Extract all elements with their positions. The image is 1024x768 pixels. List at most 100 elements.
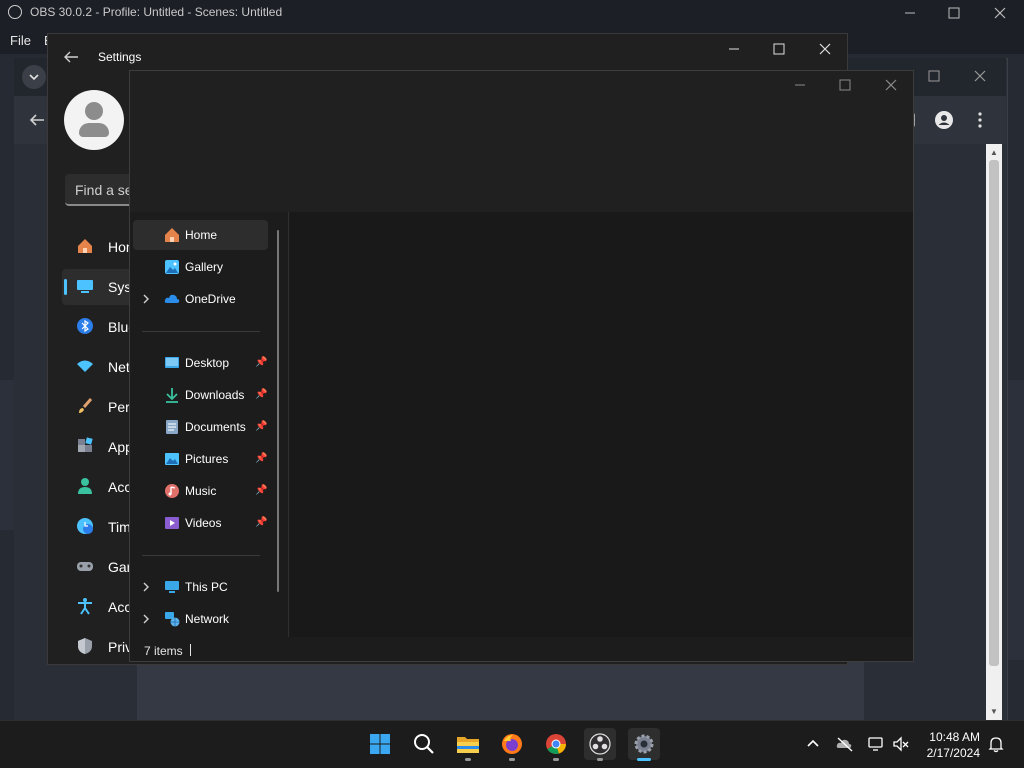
settings-gear-icon	[634, 734, 654, 754]
user-avatar[interactable]	[64, 90, 124, 150]
browser-back-icon[interactable]	[28, 112, 46, 128]
taskbar-active-indicator	[637, 758, 651, 761]
explorer-close-icon[interactable]	[884, 78, 898, 92]
settings-nav-network[interactable]: Net	[108, 359, 130, 375]
taskbar-running-indicator	[597, 758, 603, 761]
chevron-up-icon[interactable]	[804, 735, 822, 753]
menu-file[interactable]: File	[10, 33, 31, 48]
taskbar-firefox[interactable]	[496, 728, 528, 760]
settings-nav-accessibility[interactable]: Acc	[108, 599, 131, 615]
settings-back-icon[interactable]	[63, 50, 79, 64]
navigation-pane-scrollbar[interactable]	[277, 230, 279, 592]
status-divider	[190, 644, 191, 656]
accessibility-icon	[78, 598, 92, 615]
obs-close-icon[interactable]	[993, 6, 1007, 20]
browser-menu-icon[interactable]	[975, 110, 985, 130]
notification-bell-icon[interactable]	[987, 735, 1005, 753]
nav-home-label: Home	[185, 228, 218, 242]
settings-search-placeholder: Find a se	[75, 182, 133, 198]
settings-nav-gaming[interactable]: Gar	[108, 559, 131, 575]
settings-minimize-icon[interactable]	[727, 42, 741, 56]
settings-nav-time-language[interactable]: Tim	[108, 519, 131, 535]
nav-this-pc-label: This PC	[185, 580, 228, 594]
system-icon	[77, 280, 93, 293]
network-status-icon[interactable]	[868, 735, 886, 753]
personalization-brush-icon	[79, 398, 93, 413]
browser-maximize-icon[interactable]	[927, 69, 941, 83]
pane-divider[interactable]	[288, 212, 289, 637]
pin-icon: 📌	[255, 389, 268, 400]
obs-right-panel-edge	[1006, 380, 1024, 660]
settings-nav-accounts[interactable]: Acc	[108, 479, 131, 495]
taskbar-clock-date[interactable]: 2/17/2024	[922, 746, 980, 760]
bluetooth-icon	[77, 318, 93, 334]
onedrive-offline-icon[interactable]	[836, 735, 854, 753]
settings-close-icon[interactable]	[818, 42, 832, 56]
tab-search-button[interactable]	[22, 65, 46, 89]
nav-music-label: Music	[185, 484, 217, 498]
nav-onedrive-label: OneDrive	[185, 292, 236, 306]
nav-pictures-label: Pictures	[185, 452, 229, 466]
music-note-icon	[165, 484, 179, 498]
file-explorer-icon	[457, 737, 479, 753]
nav-gallery-label: Gallery	[185, 260, 224, 274]
pin-icon: 📌	[255, 517, 268, 528]
volume-muted-icon[interactable]	[892, 735, 910, 753]
obs-minimize-icon[interactable]	[903, 6, 917, 20]
scroll-down-arrow-icon[interactable]: ▼	[990, 707, 998, 716]
taskbar-settings[interactable]	[628, 728, 660, 760]
desktop-folder-icon	[165, 357, 179, 368]
nav-downloads-label: Downloads	[185, 388, 245, 402]
obs-logo-icon	[8, 5, 22, 19]
obs-icon	[589, 733, 611, 755]
gallery-icon	[165, 260, 179, 274]
home-icon	[78, 239, 92, 253]
chevron-right-icon[interactable]	[142, 294, 150, 304]
settings-title: Settings	[98, 50, 142, 64]
taskbar-search-button[interactable]	[408, 728, 440, 760]
pin-icon: 📌	[255, 421, 268, 432]
taskbar-running-indicator	[553, 758, 559, 761]
videos-icon	[165, 517, 179, 529]
taskbar-chrome[interactable]	[540, 728, 572, 760]
chevron-right-icon[interactable]	[142, 614, 150, 624]
obs-maximize-icon[interactable]	[947, 6, 961, 20]
obs-left-panel-edge	[0, 380, 14, 530]
search-icon	[414, 734, 434, 754]
pictures-icon	[165, 453, 179, 465]
accounts-icon	[78, 478, 92, 494]
browser-profile-icon[interactable]	[934, 110, 954, 130]
explorer-content-area[interactable]	[290, 212, 913, 637]
obs-window-title: OBS 30.0.2 - Profile: Untitled - Scenes:…	[30, 5, 283, 19]
network-icon	[165, 612, 180, 627]
browser-close-icon[interactable]	[973, 69, 987, 83]
nav-desktop-label: Desktop	[185, 356, 230, 370]
explorer-minimize-icon[interactable]	[793, 78, 807, 92]
settings-maximize-icon[interactable]	[772, 42, 786, 56]
start-button[interactable]	[364, 728, 396, 760]
browser-scroll-thumb[interactable]	[989, 160, 999, 666]
time-language-icon	[77, 518, 93, 534]
taskbar-clock-time[interactable]: 10:48 AM	[928, 730, 980, 744]
pin-icon: 📌	[255, 357, 268, 368]
documents-icon	[166, 420, 178, 434]
network-wifi-icon	[77, 360, 93, 372]
explorer-item-count: 7 items	[144, 644, 183, 658]
chevron-right-icon[interactable]	[142, 582, 150, 592]
chevron-down-icon	[29, 74, 39, 81]
taskbar-running-indicator	[509, 758, 515, 761]
avatar-body	[79, 123, 109, 137]
taskbar-file-explorer[interactable]	[452, 728, 484, 760]
privacy-shield-icon	[78, 638, 92, 654]
apps-icon	[78, 437, 93, 452]
firefox-icon	[502, 734, 522, 754]
nav-videos-label: Videos	[185, 516, 222, 530]
explorer-maximize-icon[interactable]	[838, 78, 852, 92]
home-folder-icon	[165, 228, 179, 242]
pin-icon: 📌	[255, 453, 268, 464]
taskbar-obs[interactable]	[584, 728, 616, 760]
scroll-up-arrow-icon[interactable]: ▲	[990, 148, 998, 157]
start-icon	[370, 734, 390, 754]
avatar-head	[85, 102, 103, 120]
this-pc-monitor-icon	[165, 581, 179, 593]
